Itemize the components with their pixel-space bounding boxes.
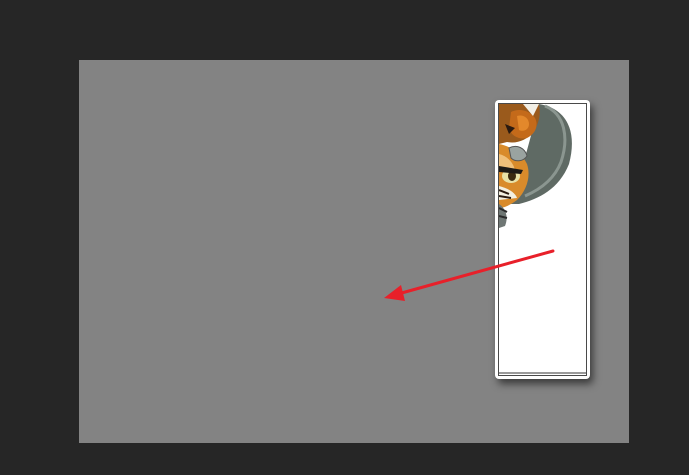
workspace — [0, 0, 689, 475]
annotation-arrow — [384, 249, 555, 301]
